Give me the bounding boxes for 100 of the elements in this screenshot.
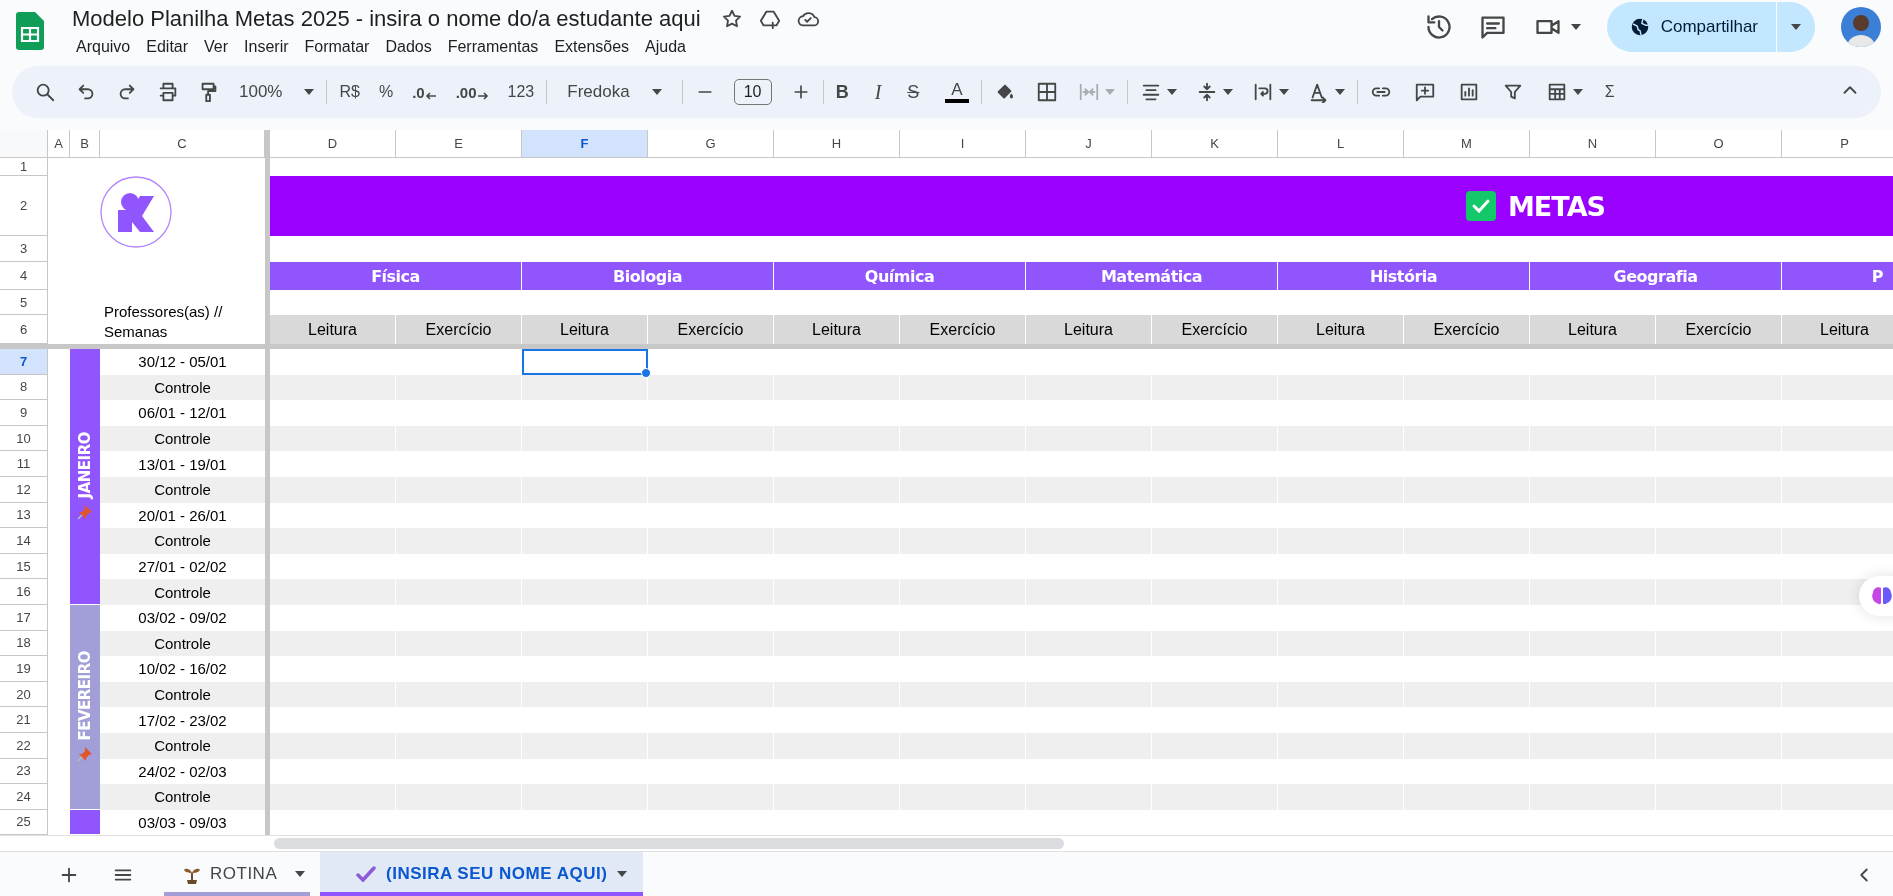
row-header[interactable]: 2 (0, 176, 48, 236)
row-header[interactable]: 13 (0, 502, 48, 529)
search-icon[interactable] (34, 81, 56, 103)
column-header[interactable]: F (522, 130, 648, 158)
menu-item[interactable]: Editar (138, 36, 197, 58)
row-header[interactable]: 4 (0, 262, 48, 290)
caret-icon[interactable] (1570, 24, 1581, 30)
menu-item[interactable]: Extensões (546, 36, 638, 58)
week-cell: Controle (100, 425, 265, 452)
column-subheader: Exercício (648, 315, 774, 344)
caret-icon[interactable] (1278, 89, 1289, 95)
row-header[interactable]: 23 (0, 758, 48, 785)
checkmark-icon (1466, 191, 1496, 221)
horizontal-scrollbar[interactable] (274, 838, 1064, 849)
print-icon[interactable] (157, 81, 179, 103)
row-header[interactable]: 6 (0, 315, 48, 344)
week-cell-text: 03/02 - 09/02 (137, 608, 228, 629)
borders-icon[interactable] (1035, 81, 1058, 103)
star-icon[interactable] (720, 8, 743, 30)
row-header[interactable]: 17 (0, 604, 48, 631)
column-header[interactable]: L (1278, 130, 1404, 158)
selected-cell[interactable] (522, 349, 648, 375)
row-header[interactable]: 25 (0, 809, 48, 835)
week-cell-text: 24/02 - 02/03 (137, 761, 228, 782)
percent-format-button[interactable]: % (378, 83, 394, 101)
tab-menu-caret-icon[interactable] (617, 871, 628, 877)
menu-item[interactable]: Ver (196, 36, 237, 58)
font-size-field[interactable]: 10 (733, 79, 772, 105)
week-cell-text: 13/01 - 19/01 (137, 454, 228, 475)
drive-add-icon[interactable] (758, 8, 781, 30)
user-avatar[interactable] (1841, 7, 1881, 47)
strikethrough-button[interactable]: S (907, 81, 920, 103)
column-header[interactable]: M (1404, 130, 1530, 158)
spreadsheet-logo-icon[interactable] (16, 12, 44, 50)
column-header[interactable]: K (1152, 130, 1278, 158)
menu-item[interactable]: Formatar (296, 36, 378, 58)
bold-button[interactable]: B (835, 81, 849, 103)
decrease-decimals-button[interactable]: .0 (412, 83, 437, 101)
font-dropdown[interactable]: Fredoka (567, 82, 662, 102)
add-comment-icon[interactable] (1413, 81, 1436, 103)
menu-item[interactable]: Dados (377, 36, 440, 58)
currency-format-button[interactable]: R$ (339, 83, 360, 101)
menu-item[interactable]: Arquivo (68, 36, 139, 58)
row-header[interactable]: 16 (0, 579, 48, 605)
column-header[interactable]: O (1656, 130, 1782, 158)
italic-button[interactable]: I (874, 80, 882, 104)
row-header[interactable]: 18 (0, 630, 48, 657)
column-header[interactable]: J (1026, 130, 1152, 158)
number-format-button[interactable]: 123 (507, 83, 535, 101)
row-header[interactable]: 14 (0, 528, 48, 554)
menu-item[interactable]: Ferramentas (439, 36, 547, 58)
caret-icon[interactable] (304, 89, 315, 95)
row-header[interactable]: 24 (0, 784, 48, 810)
row-header[interactable]: 5 (0, 290, 48, 315)
column-header[interactable]: B (70, 130, 100, 158)
sheet-tab[interactable]: (INSIRA SEU NOME AQUI) (320, 852, 644, 896)
row-header[interactable]: 11 (0, 451, 48, 477)
week-cell: Controle (100, 528, 265, 554)
column-header[interactable]: I (900, 130, 1026, 158)
column-header[interactable]: H (774, 130, 900, 158)
row-header[interactable]: 19 (0, 656, 48, 682)
row-header[interactable]: 3 (0, 236, 48, 262)
caret-icon[interactable] (1166, 89, 1177, 95)
tab-menu-caret-icon[interactable] (295, 871, 306, 877)
subject-header: Matemática (1026, 262, 1278, 290)
row-header[interactable]: 21 (0, 707, 48, 733)
caret-icon[interactable] (651, 89, 662, 95)
sheet-tab[interactable]: ROTINA (164, 852, 320, 896)
caret-icon[interactable] (1572, 89, 1583, 95)
row-header[interactable]: 12 (0, 476, 48, 503)
row-header[interactable]: 8 (0, 374, 48, 401)
column-header[interactable]: N (1530, 130, 1656, 158)
row-header[interactable]: 15 (0, 553, 48, 580)
caret-icon[interactable] (1222, 89, 1233, 95)
row-header[interactable]: 10 (0, 425, 48, 452)
row-header[interactable]: 7 (0, 349, 48, 375)
text-color-button[interactable]: A (945, 81, 969, 103)
column-header[interactable]: C (100, 130, 265, 158)
menu-item[interactable]: Inserir (236, 36, 297, 58)
logo-icon (100, 176, 172, 248)
row-header[interactable]: 9 (0, 400, 48, 426)
column-subheader: Exercício (900, 315, 1026, 344)
zoom-dropdown[interactable]: 100% (239, 82, 315, 102)
increase-decimals-button[interactable]: .00 (455, 83, 489, 101)
column-header[interactable]: D (270, 130, 396, 158)
functions-button[interactable]: Σ (1604, 83, 1615, 101)
document-title[interactable]: Modelo Planilha Metas 2025 - insira o nome do/a estudante aqui (68, 4, 705, 34)
column-header[interactable]: G (648, 130, 774, 158)
row-header[interactable]: 1 (0, 158, 48, 176)
row-header[interactable]: 22 (0, 732, 48, 759)
column-header[interactable]: E (396, 130, 522, 158)
menu-item[interactable]: Ajuda (637, 36, 694, 58)
caret-icon[interactable] (1334, 89, 1345, 95)
merge-cells-icon[interactable] (1077, 81, 1100, 103)
row-header[interactable]: 20 (0, 681, 48, 708)
share-button[interactable]: Compartilhar (1606, 2, 1815, 52)
column-header[interactable]: A (48, 130, 70, 158)
subject-header: Química (774, 262, 1026, 290)
history-icon[interactable] (1424, 13, 1453, 41)
share-options-caret-icon[interactable] (1791, 24, 1801, 30)
